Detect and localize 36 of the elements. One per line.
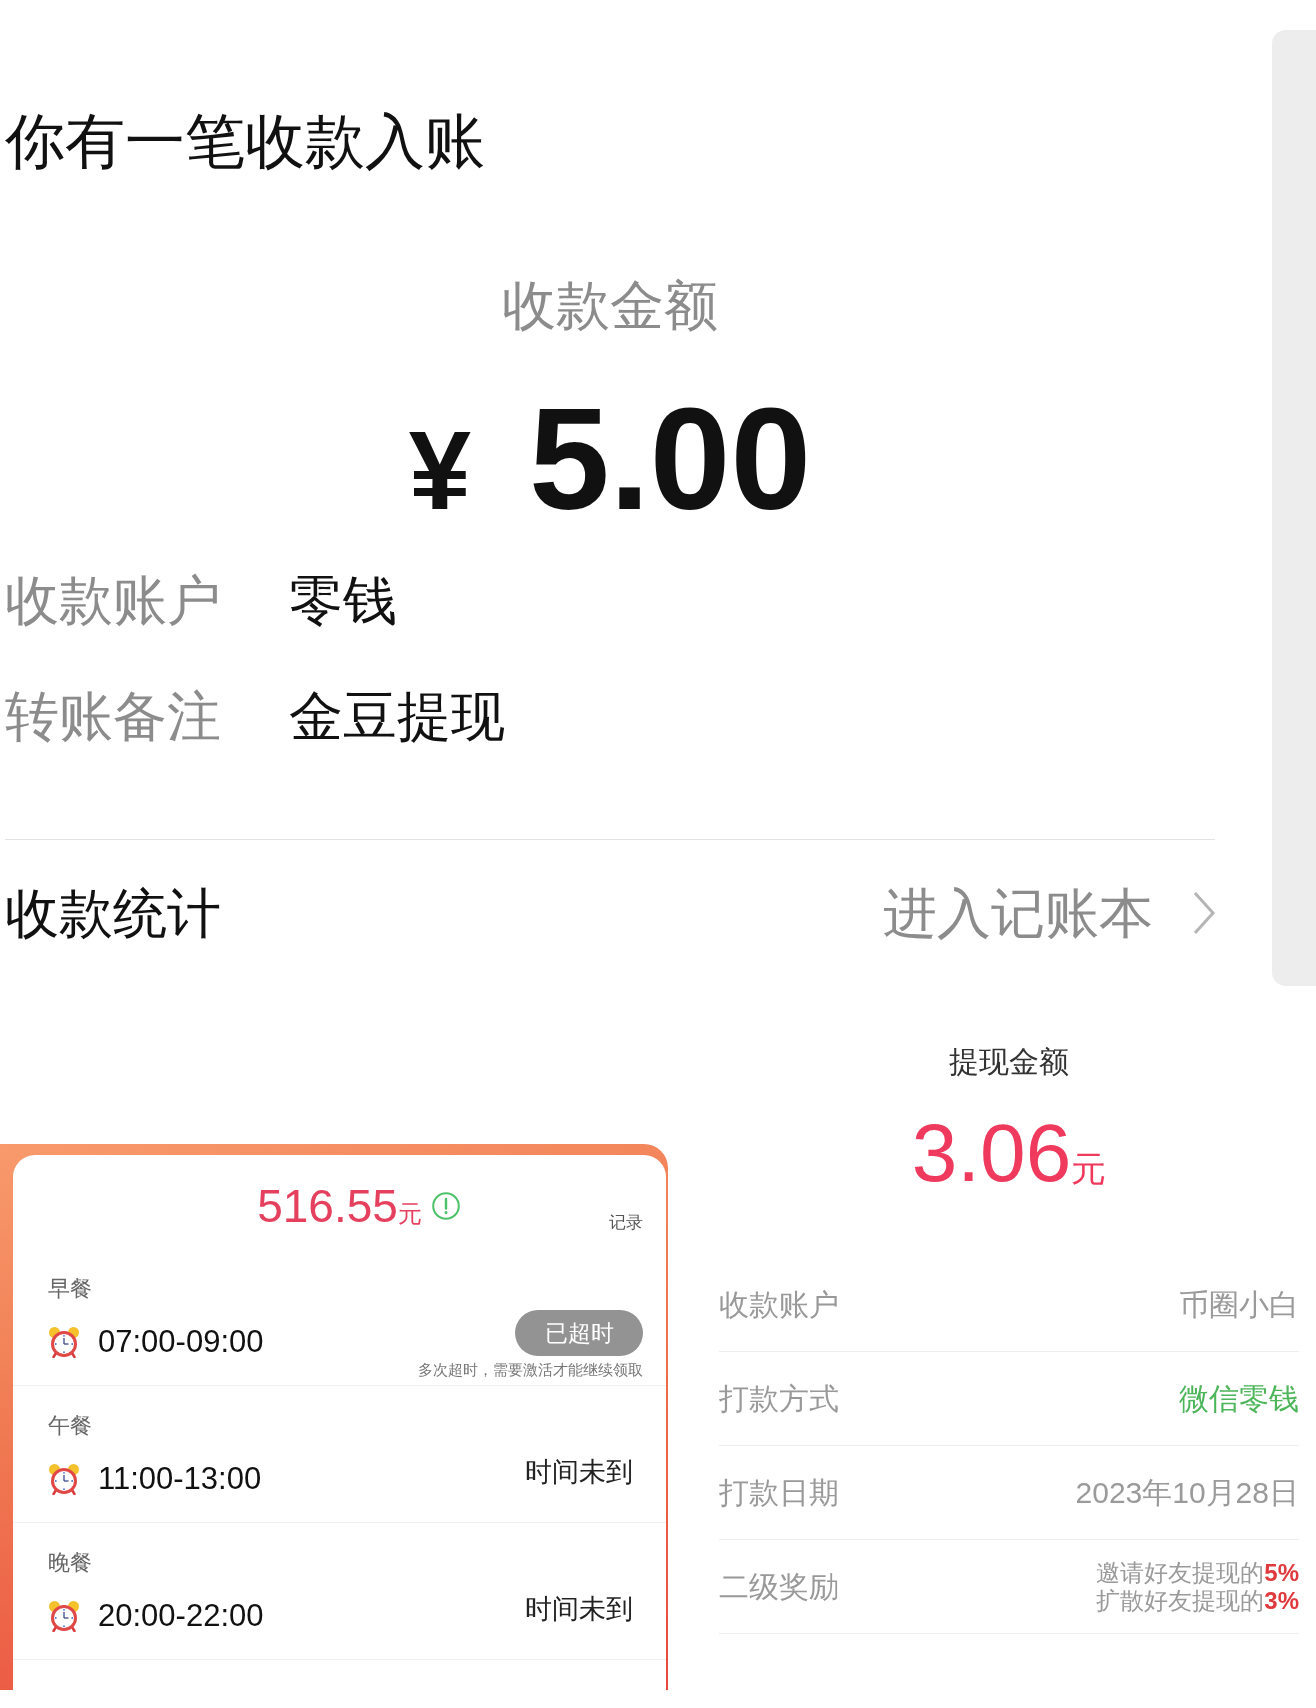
amount-label: 收款金额 (502, 274, 718, 337)
stats-label: 收款统计 (5, 882, 221, 945)
alarm-clock-icon (48, 1463, 80, 1495)
alarm-clock-icon (48, 1326, 80, 1358)
row-label: 二级奖励 (719, 1568, 839, 1605)
meal-name: 晚餐 (48, 1549, 92, 1577)
row-label: 收款账户 (719, 1286, 839, 1323)
row-label: 打款日期 (719, 1474, 839, 1511)
reward-rate-text: 扩散好友提现的3% (1096, 1586, 1299, 1615)
meal-time: 20:00-22:00 (98, 1597, 264, 1635)
detail-value: 零钱 (289, 569, 397, 632)
row-value: 微信零钱 (1179, 1380, 1299, 1417)
status-text: 时间未到 (525, 1593, 633, 1626)
withdraw-amount: 3.06元 (911, 1106, 1107, 1200)
status-text: 时间未到 (525, 1456, 633, 1489)
meal-name: 午餐 (48, 1412, 92, 1440)
balance-amount: 516.55元 (257, 1179, 422, 1234)
payment-amount: ¥ 5.00 (408, 384, 812, 534)
detail-label: 转账备注 (5, 685, 222, 748)
alarm-clock-icon (48, 1600, 80, 1632)
row-value: 2023年10月28日 (1075, 1474, 1299, 1511)
detail-value: 金豆提现 (289, 685, 505, 748)
chevron-icon (1193, 891, 1215, 935)
row-label: 打款方式 (719, 1380, 839, 1417)
ledger-link[interactable]: 进入记账本 (883, 879, 1215, 947)
notice-title: 你有一笔收款入账 (5, 108, 485, 176)
records-link[interactable]: 记录 (609, 1211, 643, 1235)
meal-time: 11:00-13:00 (98, 1460, 262, 1498)
reward-rate-text: 邀请好友提现的5% (1096, 1558, 1299, 1587)
withdraw-title: 提现金额 (949, 1044, 1069, 1080)
exclamation-icon (431, 1192, 460, 1220)
meal-name: 早餐 (48, 1275, 92, 1303)
meal-time: 07:00-09:00 (98, 1323, 264, 1361)
detail-label: 收款账户 (5, 569, 222, 632)
row-value: 币圈小白 (1179, 1286, 1299, 1323)
timeout-note: 多次超时，需要激活才能继续领取 (418, 1360, 643, 1380)
